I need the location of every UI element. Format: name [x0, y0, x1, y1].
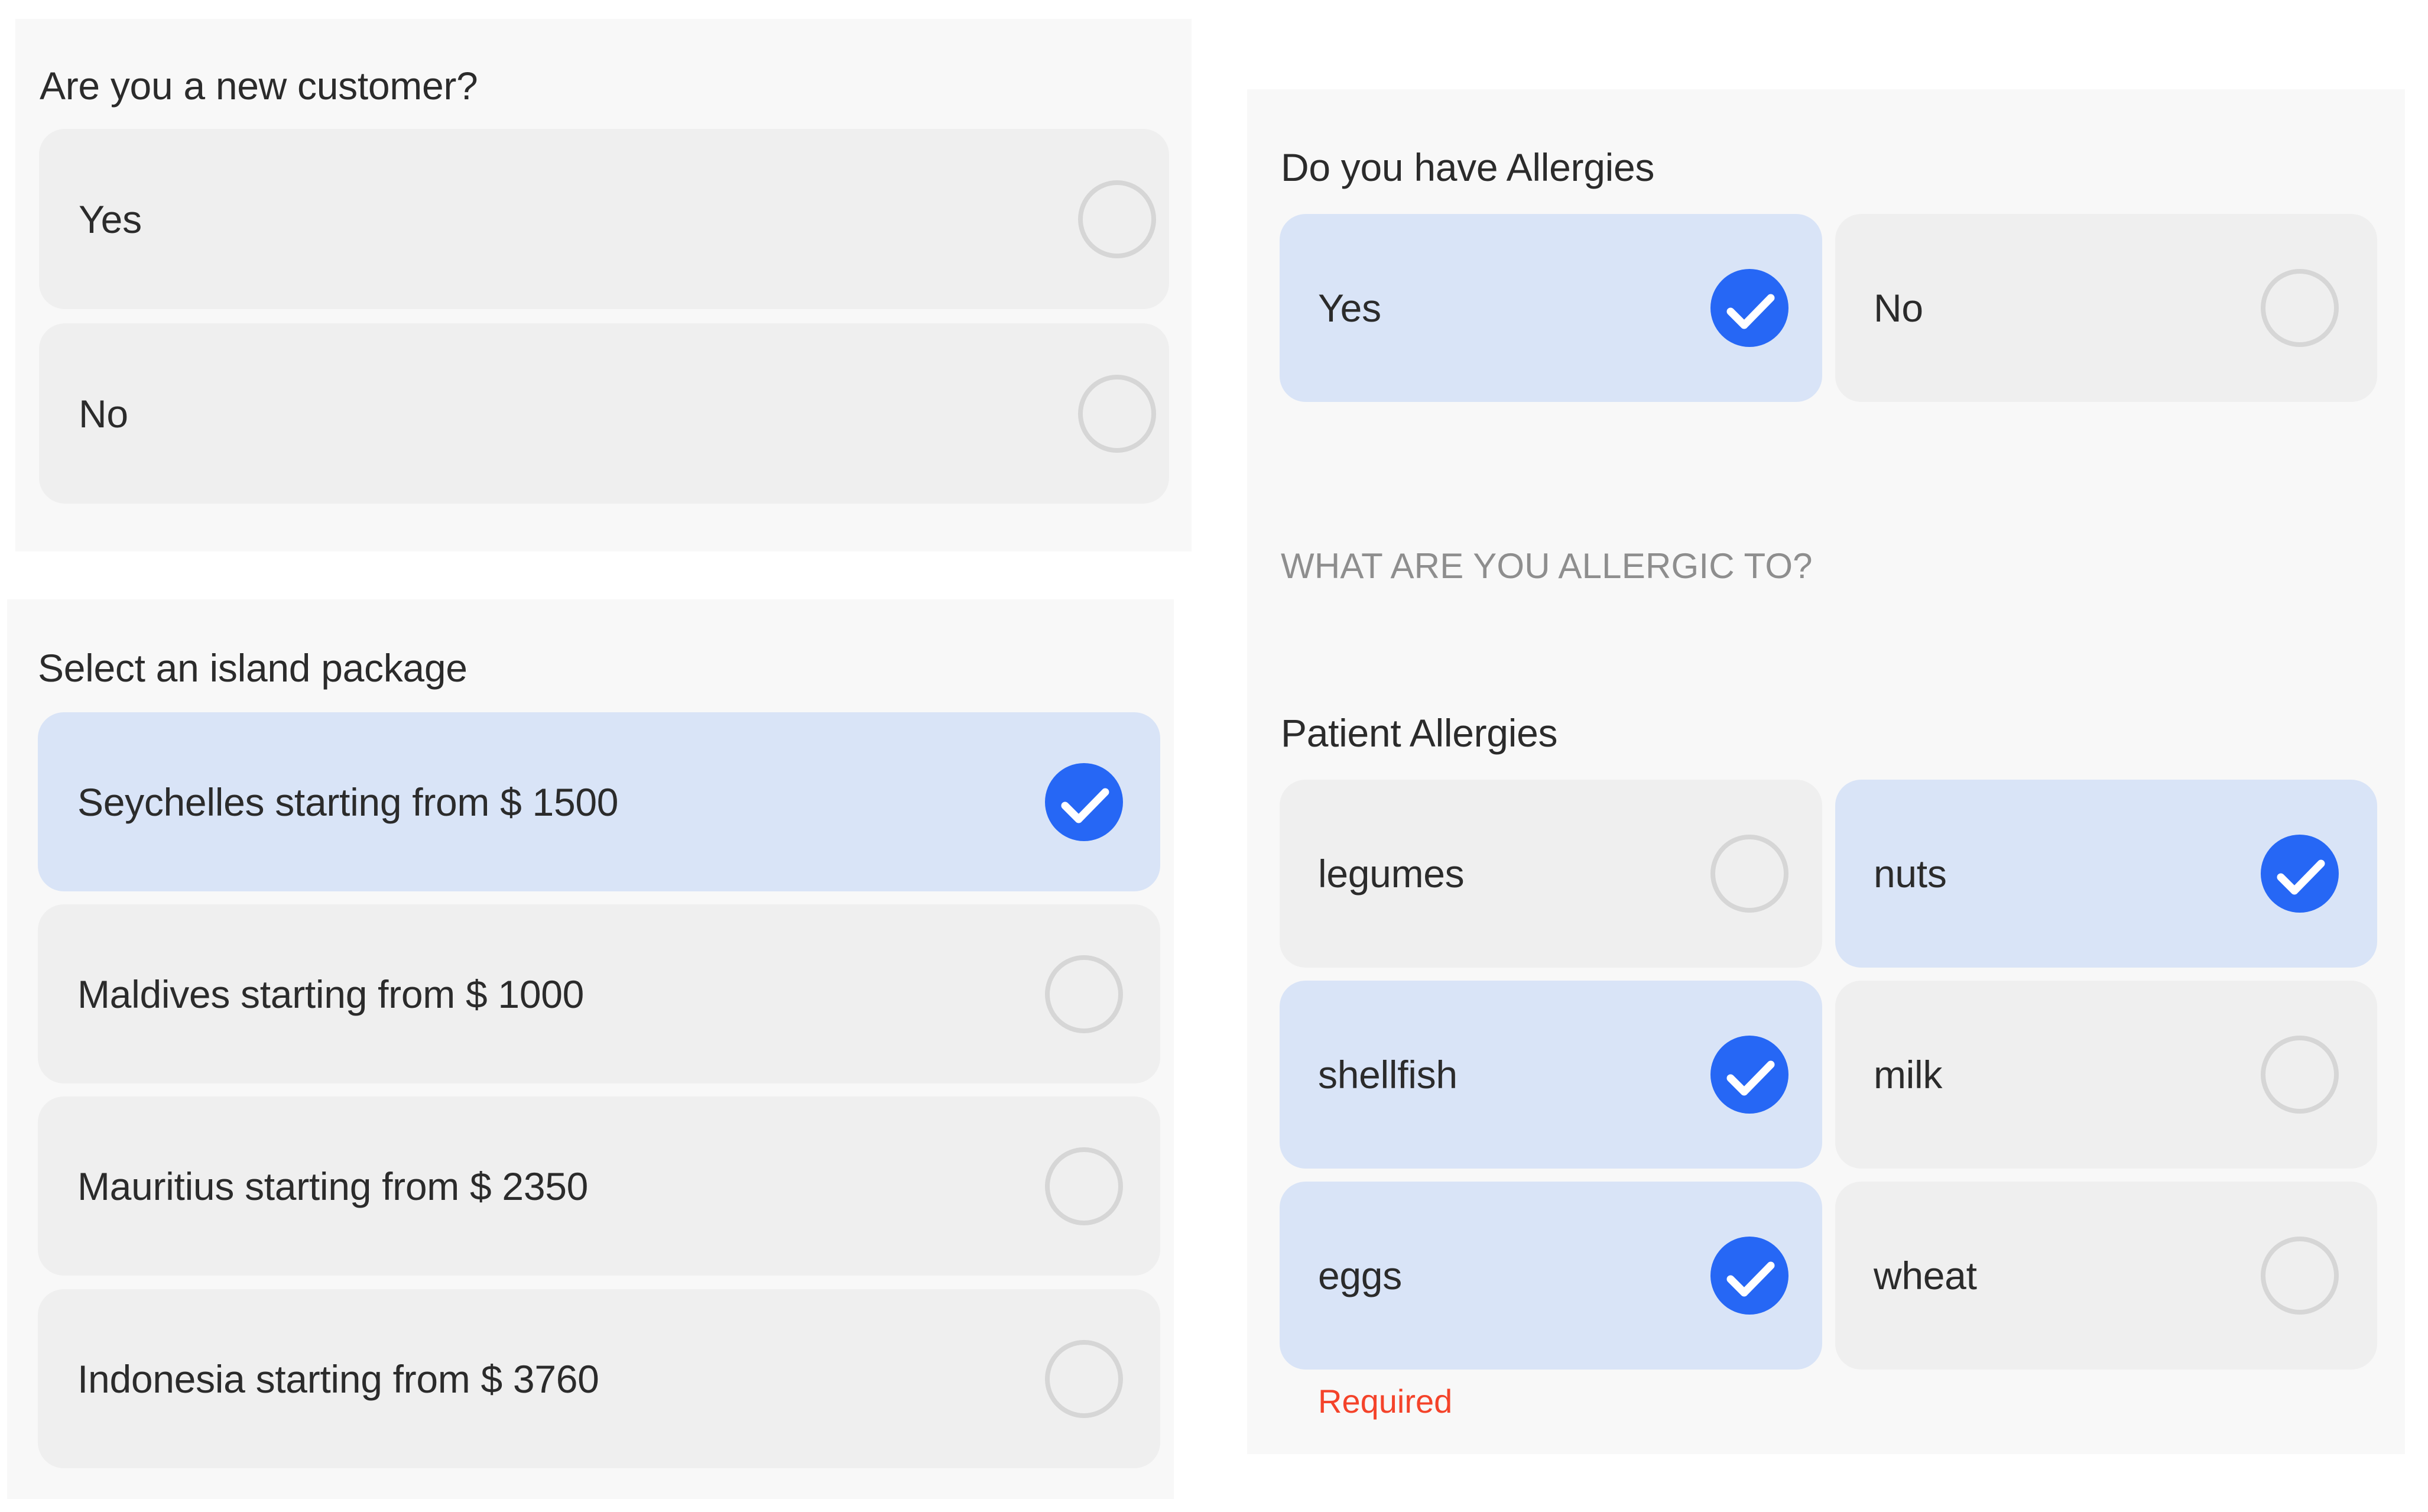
- option-label: No: [79, 391, 128, 436]
- allergy-item-wheat[interactable]: wheat: [1835, 1182, 2377, 1370]
- radio-empty-icon: [1078, 374, 1156, 453]
- option-label: wheat: [1874, 1254, 1977, 1297]
- radio-empty-icon: [1078, 180, 1156, 258]
- check-circle-icon: [1710, 1036, 1788, 1114]
- radio-empty-icon: [1045, 1147, 1123, 1225]
- check-circle-icon: [1710, 269, 1788, 347]
- option-label: No: [1874, 286, 1923, 330]
- allergy-item-milk[interactable]: milk: [1835, 981, 2377, 1169]
- island-package-question: Select an island package: [38, 646, 468, 690]
- option-label: milk: [1874, 1053, 1943, 1096]
- radio-empty-icon: [1045, 955, 1123, 1033]
- package-option-mauritius[interactable]: Mauritius starting from $ 2350: [38, 1096, 1160, 1276]
- allergies-option-no[interactable]: No: [1835, 214, 2377, 402]
- new-customer-question: Are you a new customer?: [40, 64, 478, 108]
- package-option-maldives[interactable]: Maldives starting from $ 1000: [38, 904, 1160, 1083]
- required-error-message: Required: [1318, 1383, 1453, 1420]
- radio-empty-icon: [1045, 1339, 1123, 1418]
- check-circle-icon: [1045, 763, 1123, 841]
- check-circle-icon: [2261, 835, 2339, 913]
- allergies-option-yes[interactable]: Yes: [1280, 214, 1822, 402]
- option-label: Yes: [79, 197, 142, 241]
- checkbox-empty-icon: [2261, 1237, 2339, 1315]
- allergy-section-label: WHAT ARE YOU ALLERGIC TO?: [1281, 546, 1813, 586]
- new-customer-option-yes[interactable]: Yes: [39, 129, 1169, 309]
- patient-allergies-title: Patient Allergies: [1281, 711, 1558, 755]
- allergies-question: Do you have Allergies: [1281, 145, 1655, 189]
- option-label: shellfish: [1318, 1053, 1458, 1096]
- radio-empty-icon: [2261, 269, 2339, 347]
- allergy-item-eggs[interactable]: eggs: [1280, 1182, 1822, 1370]
- new-customer-panel: Are you a new customer? Yes No: [15, 19, 1192, 551]
- allergy-item-legumes[interactable]: legumes: [1280, 780, 1822, 968]
- allergy-item-nuts[interactable]: nuts: [1835, 780, 2377, 968]
- allergies-panel: Do you have Allergies Yes No WHAT ARE YO…: [1247, 89, 2405, 1454]
- package-option-seychelles[interactable]: Seychelles starting from $ 1500: [38, 712, 1160, 891]
- option-label: Yes: [1318, 286, 1381, 330]
- option-label: Mauritius starting from $ 2350: [77, 1164, 589, 1208]
- checkbox-empty-icon: [2261, 1036, 2339, 1114]
- island-package-panel: Select an island package Seychelles star…: [7, 599, 1174, 1499]
- option-label: eggs: [1318, 1254, 1402, 1297]
- option-label: Seychelles starting from $ 1500: [77, 780, 619, 824]
- option-label: legumes: [1318, 852, 1465, 895]
- new-customer-option-no[interactable]: No: [39, 323, 1169, 504]
- package-option-indonesia[interactable]: Indonesia starting from $ 3760: [38, 1289, 1160, 1468]
- check-circle-icon: [1710, 1237, 1788, 1315]
- checkbox-empty-icon: [1710, 835, 1788, 913]
- option-label: Maldives starting from $ 1000: [77, 972, 585, 1016]
- option-label: Indonesia starting from $ 3760: [77, 1357, 599, 1401]
- option-label: nuts: [1874, 852, 1947, 895]
- allergy-item-shellfish[interactable]: shellfish: [1280, 981, 1822, 1169]
